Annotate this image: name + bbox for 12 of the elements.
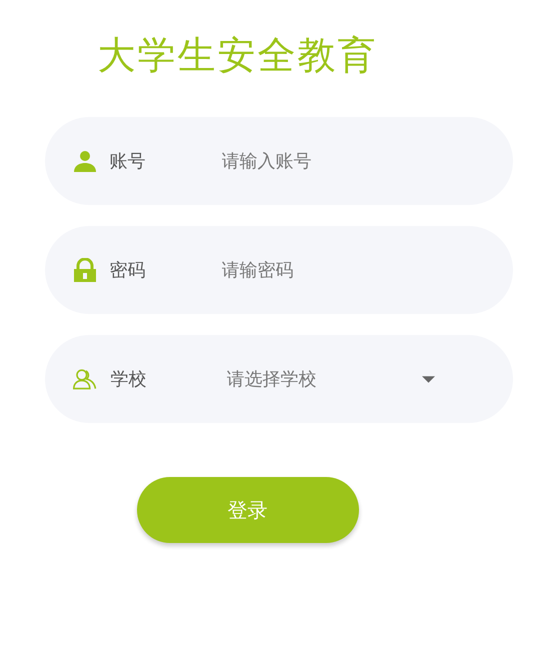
input-field[interactable]: 请输密码 <box>222 260 412 280</box>
field-label: 学校 <box>110 368 148 391</box>
input-field[interactable]: 请输入账号 <box>222 150 412 172</box>
select-field[interactable]: 请选择学校 <box>226 368 416 390</box>
person-icon <box>72 149 96 173</box>
lock-icon <box>72 258 96 282</box>
login-button[interactable]: 登录 <box>136 477 358 543</box>
field-label: 密码 <box>110 259 146 282</box>
app-title: 大学生安全教育 <box>98 32 378 79</box>
people-icon <box>72 367 96 391</box>
field-label: 账号 <box>110 150 146 173</box>
dropdown-caret-icon[interactable] <box>422 376 434 382</box>
